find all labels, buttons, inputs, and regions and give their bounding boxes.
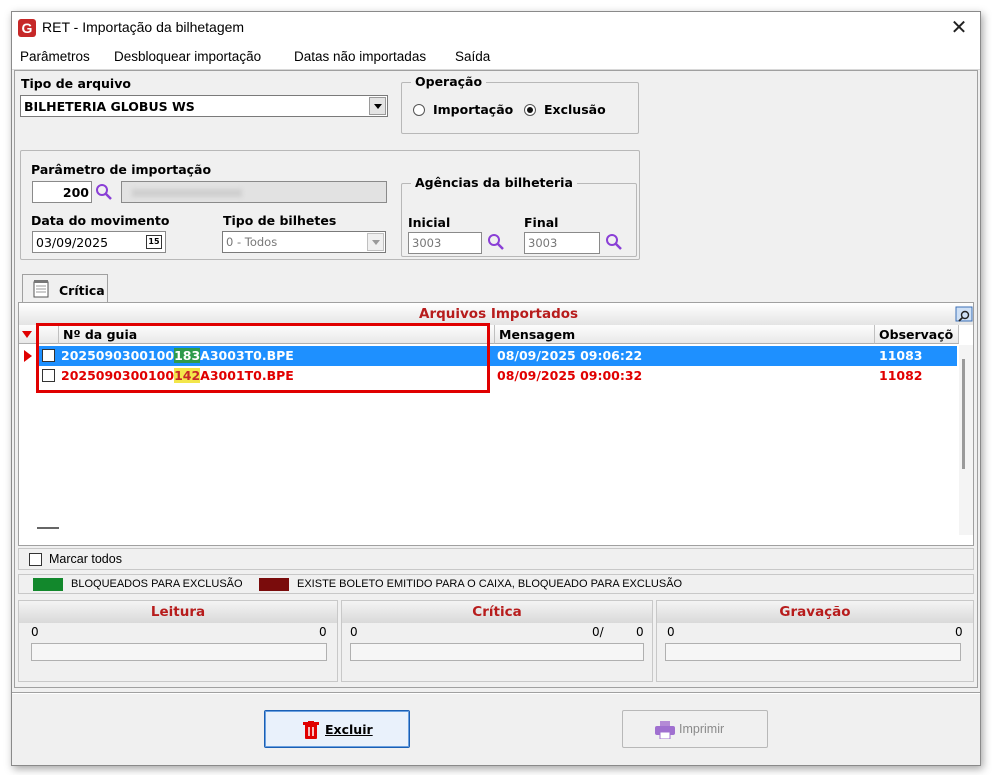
legend-item-1: BLOQUEADOS PARA EXCLUSÃO <box>71 578 243 590</box>
leitura-panel: Leitura 0 0 <box>18 600 338 682</box>
gravacao-right-value: 0 <box>955 625 963 639</box>
tipo-arquivo-value: BILHETERIA GLOBUS WS <box>24 99 195 114</box>
radio-exclusao[interactable] <box>524 104 536 116</box>
imprimir-button[interactable]: Imprimir <box>622 710 768 748</box>
agencia-inicial-input[interactable]: 3003 <box>408 232 482 254</box>
data-movimento-label: Data do movimento <box>31 213 170 228</box>
notepad-icon <box>33 280 49 298</box>
leitura-title: Leitura <box>19 601 337 623</box>
bottom-separator <box>12 692 980 694</box>
critica-left-value: 0 <box>350 625 358 639</box>
leitura-left-value: 0 <box>31 625 39 639</box>
vertical-scrollbar[interactable] <box>959 345 973 535</box>
search-icon[interactable] <box>95 183 113 201</box>
blurred-text <box>132 189 242 197</box>
tipo-bilhetes-value: 0 - Todos <box>226 235 278 249</box>
trash-icon <box>303 721 319 739</box>
excluir-label: Excluir <box>325 722 373 737</box>
operacao-label: Operação <box>411 74 487 89</box>
leitura-right-value: 0 <box>319 625 327 639</box>
menu-datas-nao-importadas[interactable]: Datas não importadas <box>294 49 426 64</box>
observacao-cell: 11082 <box>879 368 923 383</box>
app-logo-icon: G <box>18 19 36 37</box>
menu-desbloquear-importacao[interactable]: Desbloquear importação <box>114 49 261 64</box>
scroll-indicator <box>37 527 59 529</box>
chevron-down-icon[interactable] <box>367 233 384 251</box>
agencias-label: Agências da bilheteria <box>411 175 577 190</box>
parametro-code-value: 200 <box>62 185 89 200</box>
gravacao-title: Gravação <box>657 601 973 623</box>
mensagem-cell: 08/09/2025 09:00:32 <box>497 368 643 383</box>
gravacao-left-value: 0 <box>667 625 675 639</box>
chevron-down-icon[interactable] <box>369 97 386 115</box>
agencia-inicial-value: 3003 <box>412 236 442 250</box>
search-icon[interactable] <box>605 233 623 251</box>
scrollbar-thumb[interactable] <box>962 359 965 469</box>
marcar-todos-label[interactable]: Marcar todos <box>49 552 122 566</box>
critica-progress-bar <box>350 643 644 661</box>
marcar-todos-bar: Marcar todos <box>18 548 974 570</box>
tipo-arquivo-select[interactable]: BILHETERIA GLOBUS WS <box>20 95 388 117</box>
agencia-final-input[interactable]: 3003 <box>524 232 600 254</box>
gravacao-panel: Gravação 0 0 <box>656 600 974 682</box>
legend-item-2: EXISTE BOLETO EMITIDO PARA O CAIXA, BLOQ… <box>297 578 683 590</box>
legend-swatch-darkred <box>259 578 289 591</box>
menu-saida[interactable]: Saída <box>455 49 490 64</box>
critica-right-value: 0 <box>636 625 644 639</box>
excluir-button[interactable]: Excluir <box>264 710 410 748</box>
search-icon[interactable] <box>487 233 505 251</box>
menu-bar: Parâmetros Desbloquear importação Datas … <box>12 44 980 70</box>
parametro-label: Parâmetro de importação <box>31 162 212 177</box>
agencia-final-value: 3003 <box>528 236 558 250</box>
highlight-box <box>36 323 490 393</box>
tab-critica[interactable]: Crítica <box>22 274 108 304</box>
critica-panel: Crítica 0 0/ 0 <box>341 600 653 682</box>
data-movimento-value: 03/09/2025 <box>36 235 109 250</box>
legend-bar: BLOQUEADOS PARA EXCLUSÃO EXISTE BOLETO E… <box>18 574 974 594</box>
tab-critica-label: Crítica <box>59 283 105 298</box>
imprimir-label: Imprimir <box>679 722 725 736</box>
final-label: Final <box>524 215 559 230</box>
critica-title: Crítica <box>342 601 652 623</box>
grid-title: Arquivos Importados <box>419 306 579 322</box>
main-window: G RET - Importação da bilhetagem ✕ Parâm… <box>11 11 981 766</box>
window-title: RET - Importação da bilhetagem <box>42 19 245 35</box>
grid-search-icon[interactable] <box>955 305 973 323</box>
close-icon[interactable]: ✕ <box>946 15 972 41</box>
inicial-label: Inicial <box>408 215 451 230</box>
menu-parametros[interactable]: Parâmetros <box>20 49 90 64</box>
legend-swatch-green <box>33 578 63 591</box>
col-header-observacao[interactable]: Observaçõ <box>875 325 959 344</box>
data-movimento-input[interactable]: 03/09/2025 15 <box>32 231 166 253</box>
radio-importacao[interactable] <box>413 104 425 116</box>
mensagem-cell: 08/09/2025 09:06:22 <box>497 348 643 363</box>
tipo-bilhetes-label: Tipo de bilhetes <box>223 213 337 228</box>
critica-mid-value: 0/ <box>592 625 604 639</box>
col-header-mensagem[interactable]: Mensagem <box>495 325 875 344</box>
parametro-code-input[interactable]: 200 <box>32 181 92 203</box>
radio-exclusao-label[interactable]: Exclusão <box>544 102 606 117</box>
printer-icon <box>655 721 675 739</box>
calendar-icon[interactable]: 15 <box>146 235 162 249</box>
marcar-todos-checkbox[interactable] <box>29 553 42 566</box>
title-bar: G RET - Importação da bilhetagem ✕ <box>12 12 980 44</box>
tipo-bilhetes-select[interactable]: 0 - Todos <box>222 231 386 253</box>
leitura-progress-bar <box>31 643 327 661</box>
radio-importacao-label[interactable]: Importação <box>433 102 513 117</box>
grid-title-bar: Arquivos Importados <box>19 303 973 325</box>
sort-arrow-icon <box>22 331 32 338</box>
gravacao-progress-bar <box>665 643 961 661</box>
observacao-cell: 11083 <box>879 348 923 363</box>
parametro-description-field <box>121 181 387 203</box>
tipo-arquivo-label: Tipo de arquivo <box>21 76 131 91</box>
